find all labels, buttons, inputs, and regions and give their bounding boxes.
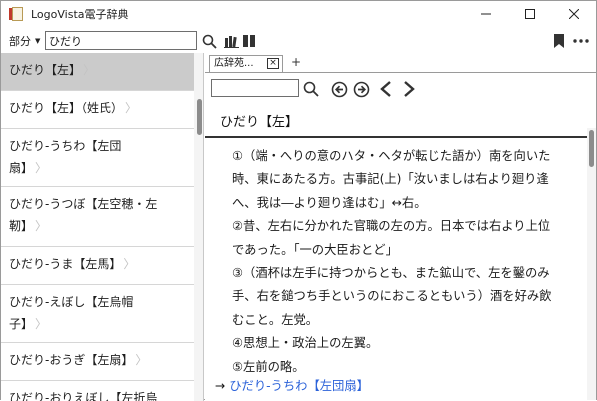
title-bar: LogoVista電子辞典 <box>1 1 596 27</box>
definition-line: むこと。左党。 <box>232 312 319 327</box>
chevron-down-icon: ▼ <box>35 36 41 45</box>
cross-reference: → ひだり‐うちわ【左団扇】 <box>215 376 369 394</box>
search-mode-label: 部分 <box>9 34 31 48</box>
bookmark-button[interactable] <box>551 33 567 49</box>
list-item[interactable]: ひだり‐うま【左馬】〉 <box>1 247 194 285</box>
chevron-right-icon: 〉 <box>135 353 148 367</box>
layout-toggle-button[interactable] <box>241 33 257 49</box>
list-item-label: ひだり‐うちわ【左団 <box>9 139 122 153</box>
close-icon <box>569 9 579 19</box>
results-scrollbar[interactable] <box>194 53 203 401</box>
minimize-button[interactable] <box>464 1 508 27</box>
scrollbar-thumb[interactable] <box>197 99 202 135</box>
list-item-label: ひだり【左】 <box>9 63 76 77</box>
in-entry-search-button[interactable] <box>302 80 320 98</box>
previous-match-button[interactable] <box>330 80 348 98</box>
entry-pane: 広辞苑... × + ひだり【左】 ①（端・へりの意のハタ・ヘタが転じた語か）南… <box>205 53 596 400</box>
list-item-label: 扇】 <box>9 161 28 175</box>
entry-headword: ひだり【左】 <box>205 102 588 138</box>
dictionary-select-button[interactable] <box>223 33 239 49</box>
definition-line: ①（端・へりの意のハタ・ヘタが転じた語か）南を向いた <box>232 149 551 163</box>
list-item-label: ひだり‐うま【左馬】 <box>9 257 116 271</box>
cross-reference-link[interactable]: ひだり‐うちわ【左団扇】 <box>229 379 369 393</box>
minimize-icon <box>481 13 491 15</box>
scrollbar-thumb[interactable] <box>589 130 594 167</box>
definition-line: ④思想上・政治上の左翼。 <box>232 336 379 351</box>
next-match-button[interactable] <box>352 80 370 98</box>
maximize-icon <box>525 9 535 19</box>
dictionary-tabs: 広辞苑... × + <box>205 53 596 72</box>
chevron-right-icon: 〉 <box>35 161 48 175</box>
chevron-right-icon: 〉 <box>35 317 48 331</box>
list-item[interactable]: ひだり‐おりえぼし【左折烏 <box>1 381 194 401</box>
entry-search-bar <box>205 72 596 102</box>
app-logo-icon <box>9 6 25 22</box>
search-mode-dropdown[interactable]: 部分 ▼ <box>9 33 40 49</box>
search-button[interactable] <box>201 33 217 49</box>
list-item[interactable]: ひだり【左】〉 <box>1 53 194 91</box>
definition-line: ③（酒杯は左手に持つからとも、また鉱山で、左を鑿のみ <box>232 266 550 281</box>
entry-scrollbar[interactable] <box>587 128 596 400</box>
bookmark-icon <box>554 34 564 48</box>
toolbar: 部分 ▼ <box>1 28 596 53</box>
list-item[interactable]: ひだり‐えぼし【左烏帽 子】〉 <box>1 285 194 343</box>
list-item-label: ひだり‐うつぼ【左空穂・左 <box>9 197 158 211</box>
list-item-label: ひだり【左】（姓氏） <box>9 101 118 115</box>
definition-line: 手、右を鎚つち手というのにおこるともいう）酒を好み飲 <box>232 289 552 304</box>
chevron-right-icon: 〉 <box>35 219 48 233</box>
definition-line: ②昔、左右に分かれた官職の左の方。日本では右より上位 <box>232 219 551 234</box>
search-icon <box>202 34 217 49</box>
chevron-right-icon <box>404 81 415 97</box>
tab-kojien[interactable]: 広辞苑... × <box>209 55 283 72</box>
search-input[interactable] <box>45 31 197 50</box>
tab-label: 広辞苑... <box>214 58 254 69</box>
columns-icon <box>243 35 255 47</box>
books-icon <box>223 36 239 48</box>
more-options-button[interactable] <box>573 33 589 49</box>
maximize-button[interactable] <box>508 1 552 27</box>
app-window: LogoVista電子辞典 部分 ▼ ひだり ひだり【左】 〉 ひだり【左】（姓… <box>0 0 597 401</box>
add-tab-button[interactable]: + <box>291 55 301 69</box>
more-icon <box>573 39 589 43</box>
list-item[interactable]: ひだり‐うちわ【左団 扇】〉 <box>1 129 194 187</box>
chevron-right-icon: 〉 <box>83 63 96 77</box>
in-entry-search-input[interactable] <box>211 79 299 97</box>
list-item-label: 子】 <box>9 317 28 331</box>
close-button[interactable] <box>552 1 596 27</box>
circle-arrow-left-icon <box>331 81 347 97</box>
back-button[interactable] <box>377 80 395 98</box>
definition-line: へ、我は―より廻り逢はむ」↔右。 <box>232 195 427 210</box>
forward-button[interactable] <box>400 80 418 98</box>
list-item[interactable]: ひだり‐うつぼ【左空穂・左 靭】〉 <box>1 187 194 247</box>
window-title: LogoVista電子辞典 <box>31 8 129 21</box>
chevron-right-icon: 〉 <box>125 101 138 115</box>
definition-line: であった。「一の大臣おとど」 <box>232 242 398 257</box>
entry-definition: ①（端・へりの意のハタ・ヘタが転じた語か）南を向いた 時、東にあたる方。古事記(… <box>205 145 585 400</box>
list-item-label: ひだり‐おうぎ【左扇】 <box>9 353 128 367</box>
list-item[interactable]: ひだり‐おうぎ【左扇】〉 <box>1 343 194 381</box>
tab-close-icon[interactable]: × <box>267 58 279 69</box>
circle-arrow-right-icon <box>353 81 369 97</box>
chevron-right-icon: 〉 <box>123 257 136 271</box>
results-list: ひだり【左】〉 ひだり【左】（姓氏）〉 ひだり‐うちわ【左団 扇】〉 ひだり‐う… <box>1 53 204 401</box>
list-item-label: ひだり‐えぼし【左烏帽 <box>9 295 134 309</box>
chevron-left-icon <box>380 81 391 97</box>
list-item-label: 靭】 <box>9 219 28 233</box>
definition-line: 時、東にあたる方。古事記(上)「汝いましは右より廻り逢 <box>232 172 549 187</box>
arrow-right-icon: → <box>215 379 226 393</box>
search-icon <box>303 81 319 97</box>
list-item[interactable]: ひだり【左】（姓氏） 〉 <box>1 91 194 129</box>
